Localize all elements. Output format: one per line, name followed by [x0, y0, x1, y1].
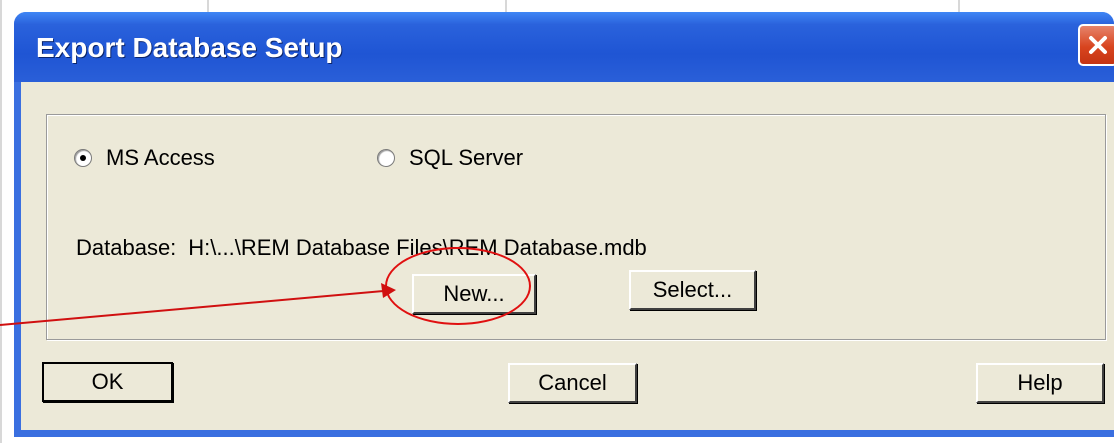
background-divider: [505, 0, 507, 12]
help-button-label: Help: [1017, 370, 1063, 395]
cancel-button[interactable]: Cancel: [508, 363, 637, 403]
title-bar[interactable]: Export Database Setup: [14, 12, 1114, 82]
database-path: H:\...\REM Database Files\REM Database.m…: [188, 235, 647, 260]
database-group-box: MS Access SQL Server Database: H:\...\RE…: [46, 114, 1106, 340]
dialog-title: Export Database Setup: [36, 32, 343, 63]
new-button-label: New...: [443, 281, 505, 306]
background-divider: [958, 0, 960, 12]
background-divider: [0, 0, 2, 443]
select-database-button[interactable]: Select...: [629, 270, 756, 310]
database-label: Database:: [76, 235, 177, 260]
close-button[interactable]: [1078, 24, 1114, 66]
radio-checked-icon: [74, 149, 92, 167]
cancel-button-label: Cancel: [538, 370, 607, 395]
ok-button[interactable]: OK: [42, 362, 173, 402]
sql-server-label: SQL Server: [409, 145, 524, 170]
ms-access-radio[interactable]: MS Access: [74, 145, 215, 171]
ms-access-label: MS Access: [106, 145, 215, 170]
new-database-button[interactable]: New...: [412, 274, 536, 314]
background-divider: [207, 0, 209, 12]
export-database-setup-dialog: Export Database Setup MS Access SQL Serv…: [14, 12, 1114, 437]
ok-button-label: OK: [91, 369, 124, 394]
close-icon: [1089, 36, 1107, 54]
database-path-row: Database: H:\...\REM Database Files\REM …: [76, 235, 647, 261]
help-button[interactable]: Help: [976, 363, 1104, 403]
radio-unchecked-icon: [377, 149, 395, 167]
select-button-label: Select...: [652, 277, 733, 302]
sql-server-radio[interactable]: SQL Server: [377, 145, 523, 171]
dialog-body: MS Access SQL Server Database: H:\...\RE…: [21, 82, 1114, 430]
